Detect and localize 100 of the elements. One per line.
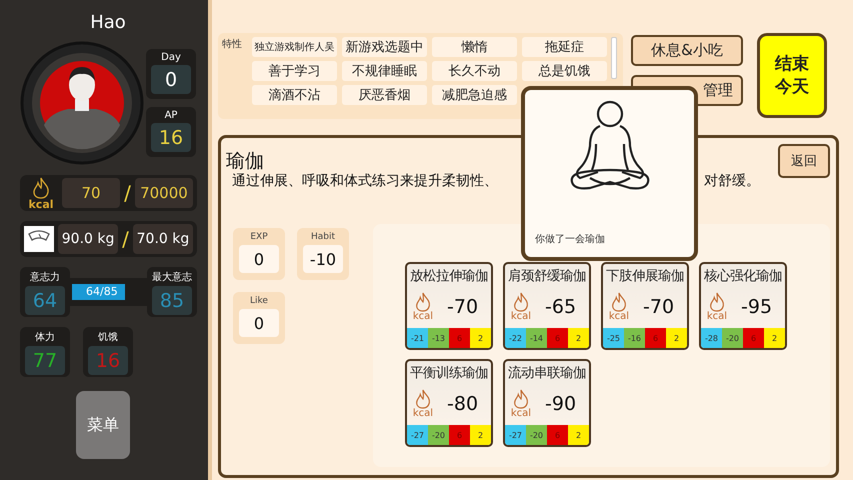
trait-tag: 懒惰 bbox=[432, 37, 517, 57]
calorie-value: -65 bbox=[545, 296, 576, 318]
stat-cell: -20 bbox=[526, 425, 547, 445]
unit-label: kcal bbox=[608, 312, 630, 322]
stat-label: 最大意志 bbox=[152, 270, 192, 284]
flame-icon bbox=[414, 388, 432, 408]
exercise-name: 下肢伸展瑜伽 bbox=[605, 267, 685, 285]
trait-tag: 减肥急迫感 bbox=[432, 85, 517, 105]
flame-icon bbox=[708, 292, 726, 312]
unit-label: kcal bbox=[412, 312, 434, 322]
trait-tag: 善于学习 bbox=[252, 61, 337, 81]
separator: / bbox=[124, 181, 131, 205]
exercise-card[interactable]: 放松拉伸瑜伽 kcal -70 -21 -13 6 2 bbox=[405, 262, 493, 350]
exercise-card[interactable]: 肩颈舒缓瑜伽 kcal -65 -22 -14 6 2 bbox=[503, 262, 591, 350]
stat-cell: 6 bbox=[449, 425, 470, 445]
stat-label: 饥饿 bbox=[98, 331, 118, 344]
exercise-name: 流动串联瑜伽 bbox=[507, 364, 587, 382]
trait-tag: 拖延症 bbox=[522, 37, 607, 57]
unit-label: kcal bbox=[28, 198, 54, 210]
description-text: 通过伸展、呼吸和体式练习来提升柔韧性、 bbox=[232, 172, 498, 190]
stat-label: 体力 bbox=[35, 330, 55, 344]
calorie-value: -95 bbox=[741, 296, 772, 318]
trait-tag: 滴酒不沾 bbox=[252, 85, 337, 105]
stat-cell: 2 bbox=[764, 328, 785, 348]
stat-cell: 2 bbox=[666, 328, 687, 348]
stat-cell: -13 bbox=[428, 328, 449, 348]
back-button[interactable]: 返回 bbox=[778, 144, 830, 178]
stat-value: 0 bbox=[239, 245, 279, 273]
stat-cell: 2 bbox=[568, 328, 589, 348]
exercise-name: 平衡训练瑜伽 bbox=[409, 364, 489, 382]
trait-tag: 长久不动 bbox=[432, 61, 517, 81]
stat-cell: -20 bbox=[428, 425, 449, 445]
end-day-button[interactable]: 结束 今天 bbox=[757, 33, 827, 118]
scale-icon bbox=[24, 226, 54, 252]
stat-label: EXP bbox=[250, 232, 268, 242]
unit-label: kcal bbox=[510, 312, 532, 322]
exercise-name: 放松拉伸瑜伽 bbox=[409, 267, 489, 285]
calorie-target: 70000 bbox=[134, 178, 193, 208]
stat-label: Day bbox=[161, 52, 181, 63]
unit-label: kcal bbox=[510, 408, 532, 418]
weight-target: 70.0 kg bbox=[132, 224, 193, 254]
exercise-card[interactable]: 核心强化瑜伽 kcal -95 -28 -20 6 2 bbox=[699, 262, 787, 350]
stat-cell: -14 bbox=[526, 328, 547, 348]
stat-value: 16 bbox=[151, 123, 191, 152]
stat-value: -10 bbox=[303, 245, 343, 273]
separator: / bbox=[122, 227, 129, 251]
stat-cell: -25 bbox=[603, 328, 624, 348]
stat-label: Habit bbox=[310, 232, 336, 242]
traits-label: 特性 bbox=[222, 38, 243, 52]
flame-icon bbox=[31, 176, 51, 198]
flame-icon bbox=[512, 388, 530, 408]
flame-icon bbox=[512, 292, 530, 312]
stat-value: 16 bbox=[88, 346, 128, 375]
stat-cell: 2 bbox=[568, 425, 589, 445]
stat-cell: -27 bbox=[505, 425, 526, 445]
trait-tag: 新游戏选题中 bbox=[342, 37, 427, 57]
action-button[interactable]: 休息&小吃 bbox=[631, 35, 743, 66]
stat-cell: 2 bbox=[470, 425, 491, 445]
player-name: Hao bbox=[90, 12, 126, 33]
weight-value: 90.0 kg bbox=[58, 224, 118, 254]
stat-label: AP bbox=[164, 110, 178, 121]
description-text: 对舒缓。 bbox=[704, 172, 760, 190]
trait-tag: 不规律睡眠 bbox=[342, 61, 427, 81]
scrollbar bbox=[610, 37, 617, 79]
exercise-card[interactable]: 流动串联瑜伽 kcal -90 -27 -20 6 2 bbox=[503, 359, 591, 447]
stat-cell: -16 bbox=[624, 328, 645, 348]
stat-cell: 2 bbox=[470, 328, 491, 348]
stat-cell: 6 bbox=[547, 328, 568, 348]
activity-title: 瑜伽 bbox=[226, 149, 264, 174]
stat-value: 0 bbox=[151, 65, 191, 94]
exercise-name: 肩颈舒缓瑜伽 bbox=[507, 267, 587, 285]
calorie-value: -70 bbox=[447, 296, 478, 318]
stat-cell: -27 bbox=[407, 425, 428, 445]
stat-label: 意志力 bbox=[30, 270, 60, 284]
unit-label: kcal bbox=[706, 312, 728, 322]
stat-cell: 6 bbox=[449, 328, 470, 348]
menu-button[interactable]: 菜单 bbox=[76, 391, 130, 459]
unit-label: kcal bbox=[412, 408, 434, 418]
calorie-value: -70 bbox=[643, 296, 674, 318]
stat-value: 85 bbox=[152, 286, 192, 315]
calorie-value: -80 bbox=[447, 392, 478, 414]
stat-value: 64 bbox=[25, 286, 65, 315]
stat-cell: 6 bbox=[645, 328, 666, 348]
stat-cell: 6 bbox=[547, 425, 568, 445]
stat-label: Like bbox=[250, 296, 268, 306]
stat-cell: 6 bbox=[743, 328, 764, 348]
trait-tag: 总是饥饿 bbox=[522, 61, 607, 81]
flame-icon bbox=[610, 292, 628, 312]
stat-cell: -21 bbox=[407, 328, 428, 348]
exercise-card[interactable]: 平衡训练瑜伽 kcal -80 -27 -20 6 2 bbox=[405, 359, 493, 447]
trait-tag: 独立游戏制作人吴 bbox=[252, 37, 337, 57]
stat-cell: -20 bbox=[722, 328, 743, 348]
trait-tag: 厌恶香烟 bbox=[342, 85, 427, 105]
exercise-name: 核心强化瑜伽 bbox=[703, 267, 783, 285]
popup-message: 你做了一会瑜伽 bbox=[535, 233, 605, 246]
stat-cell: -22 bbox=[505, 328, 526, 348]
stat-value: 0 bbox=[239, 309, 279, 337]
exercise-card[interactable]: 下肢伸展瑜伽 kcal -70 -25 -16 6 2 bbox=[601, 262, 689, 350]
stat-cell: -28 bbox=[701, 328, 722, 348]
stat-value: 77 bbox=[25, 346, 65, 375]
